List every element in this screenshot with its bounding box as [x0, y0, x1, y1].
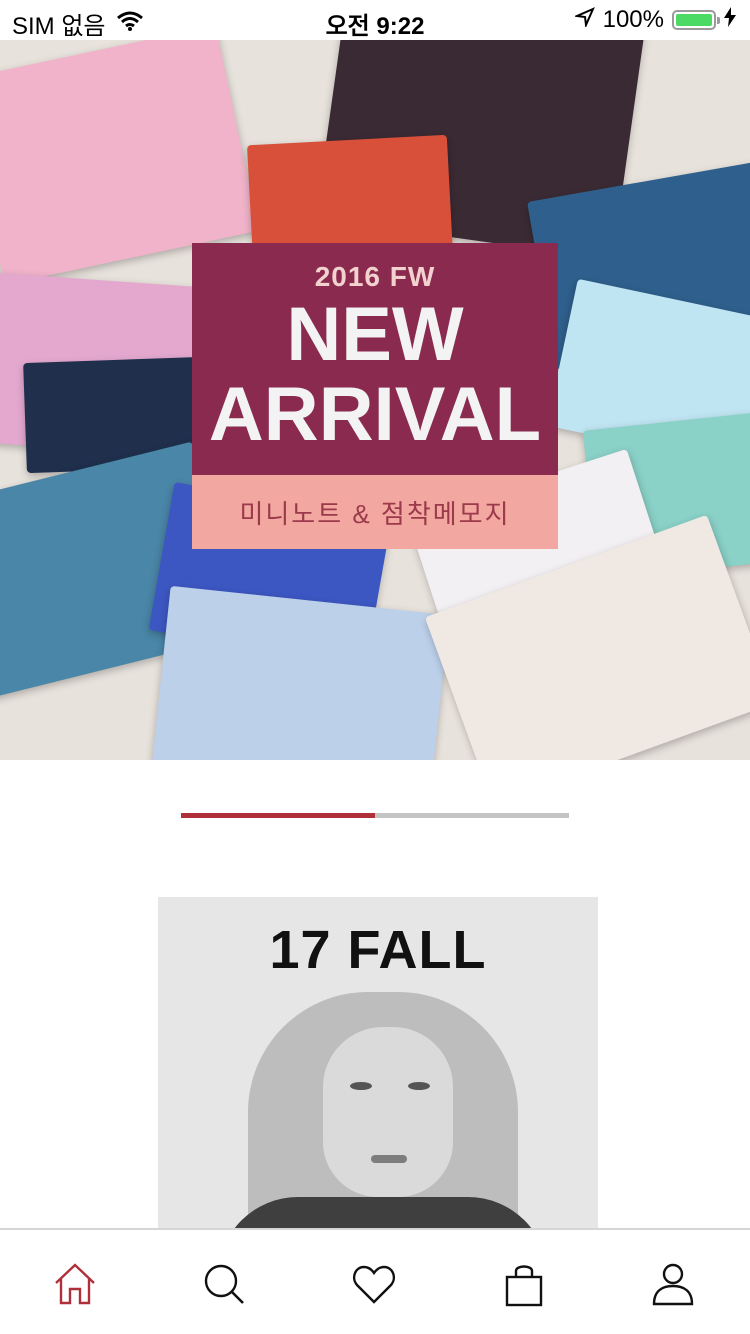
fall-banner-title: 17 FALL: [269, 920, 487, 980]
tab-search[interactable]: [194, 1254, 254, 1314]
fall-banner[interactable]: 17 FALL: [158, 897, 598, 1228]
battery-icon: [672, 10, 720, 30]
bottom-tab-bar: [0, 1228, 750, 1334]
promo-headline-1: NEW: [286, 292, 464, 377]
tab-my-page[interactable]: [643, 1254, 703, 1314]
promo-label-bottom: 미니노트 & 점착메모지: [192, 475, 558, 549]
model-mouth: [371, 1155, 407, 1163]
carousel-pager-active: [181, 813, 375, 818]
tab-wishlist[interactable]: [344, 1254, 404, 1314]
tab-cart[interactable]: [494, 1254, 554, 1314]
promo-season: 2016 FW: [314, 261, 436, 292]
status-right: 100%: [572, 6, 736, 34]
carousel-pager: [181, 813, 569, 818]
location-arrow-icon: [572, 6, 595, 34]
battery-percent: 100%: [602, 6, 664, 33]
model-eye: [350, 1082, 372, 1090]
promo-label-top: 2016 FW NEW ARRIVAL: [192, 243, 558, 475]
status-bar: SIM 없음 오전 9:22 100%: [0, 0, 750, 40]
charging-bolt-icon: [724, 6, 736, 34]
shopping-bag-icon: [505, 1265, 543, 1307]
home-icon: [55, 1263, 95, 1305]
model-face: [323, 1027, 453, 1197]
tab-home[interactable]: [45, 1254, 105, 1314]
search-icon: [204, 1264, 244, 1304]
user-icon: [652, 1263, 694, 1306]
decor-notebook: [150, 585, 450, 760]
promo-subtitle: 미니노트 & 점착메모지: [239, 498, 511, 529]
battery-cap: [717, 17, 720, 24]
model-eye: [408, 1082, 430, 1090]
promo-headline-2: ARRIVAL: [208, 372, 542, 457]
heart-icon: [353, 1265, 395, 1304]
battery-level: [676, 14, 712, 26]
promo-label: 2016 FW NEW ARRIVAL 미니노트 & 점착메모지: [192, 243, 558, 549]
hero-banner[interactable]: 2016 FW NEW ARRIVAL 미니노트 & 점착메모지: [0, 40, 750, 760]
